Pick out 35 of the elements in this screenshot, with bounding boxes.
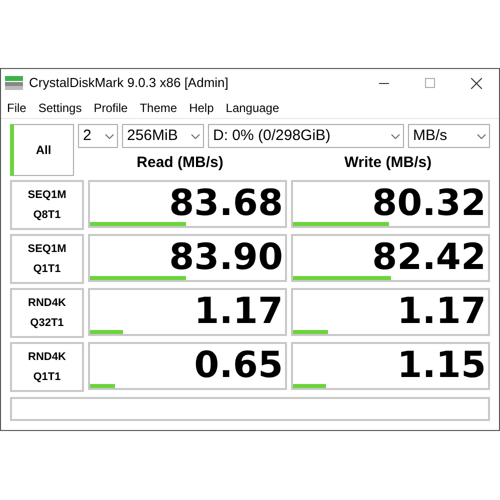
all-button[interactable]: All	[10, 124, 74, 176]
minimize-icon	[379, 82, 389, 84]
result-value: 0.65	[194, 348, 283, 384]
test-label: RND4K Q32T1	[10, 288, 84, 338]
menu-item[interactable]: Help	[189, 98, 214, 116]
menu-item[interactable]: Settings	[38, 98, 82, 116]
test-label: SEQ1M Q1T1	[10, 234, 84, 284]
close-icon	[470, 78, 482, 88]
chevron-icon	[191, 134, 200, 138]
result-value: 1.17	[194, 294, 283, 330]
result-value: 1.15	[397, 348, 486, 384]
comment-field[interactable]	[10, 397, 490, 421]
dropdown[interactable]: D: 0% (0/298GiB)	[208, 124, 404, 148]
test-label: RND4K Q1T1	[10, 342, 84, 392]
menu-item[interactable]: Theme	[140, 98, 178, 116]
result-value: 83.68	[169, 186, 283, 222]
column-header: Read (MB/s)	[136, 152, 224, 173]
dropdown[interactable]: 256MiB	[122, 124, 204, 148]
result-value: 80.32	[372, 186, 486, 222]
menu-item[interactable]: Profile	[94, 98, 128, 116]
chevron-icon	[477, 134, 486, 138]
menu-item[interactable]: Language	[226, 98, 280, 116]
chevron-icon	[105, 134, 114, 138]
column-header: Write (MB/s)	[343, 152, 433, 173]
result-value: 83.90	[169, 240, 283, 276]
result-value: 82.42	[372, 240, 486, 276]
maximize-icon	[425, 78, 435, 88]
chevron-icon	[391, 134, 400, 138]
dropdown[interactable]: MB/s	[408, 124, 490, 148]
app-icon	[5, 75, 23, 91]
window-title: CrystalDiskMark 9.0.3 x86 [Admin]	[29, 74, 228, 92]
dropdown[interactable]: 2	[78, 124, 118, 148]
test-label: SEQ1M Q8T1	[10, 180, 84, 230]
menu-item[interactable]: File	[7, 98, 26, 116]
result-value: 1.17	[397, 294, 486, 330]
